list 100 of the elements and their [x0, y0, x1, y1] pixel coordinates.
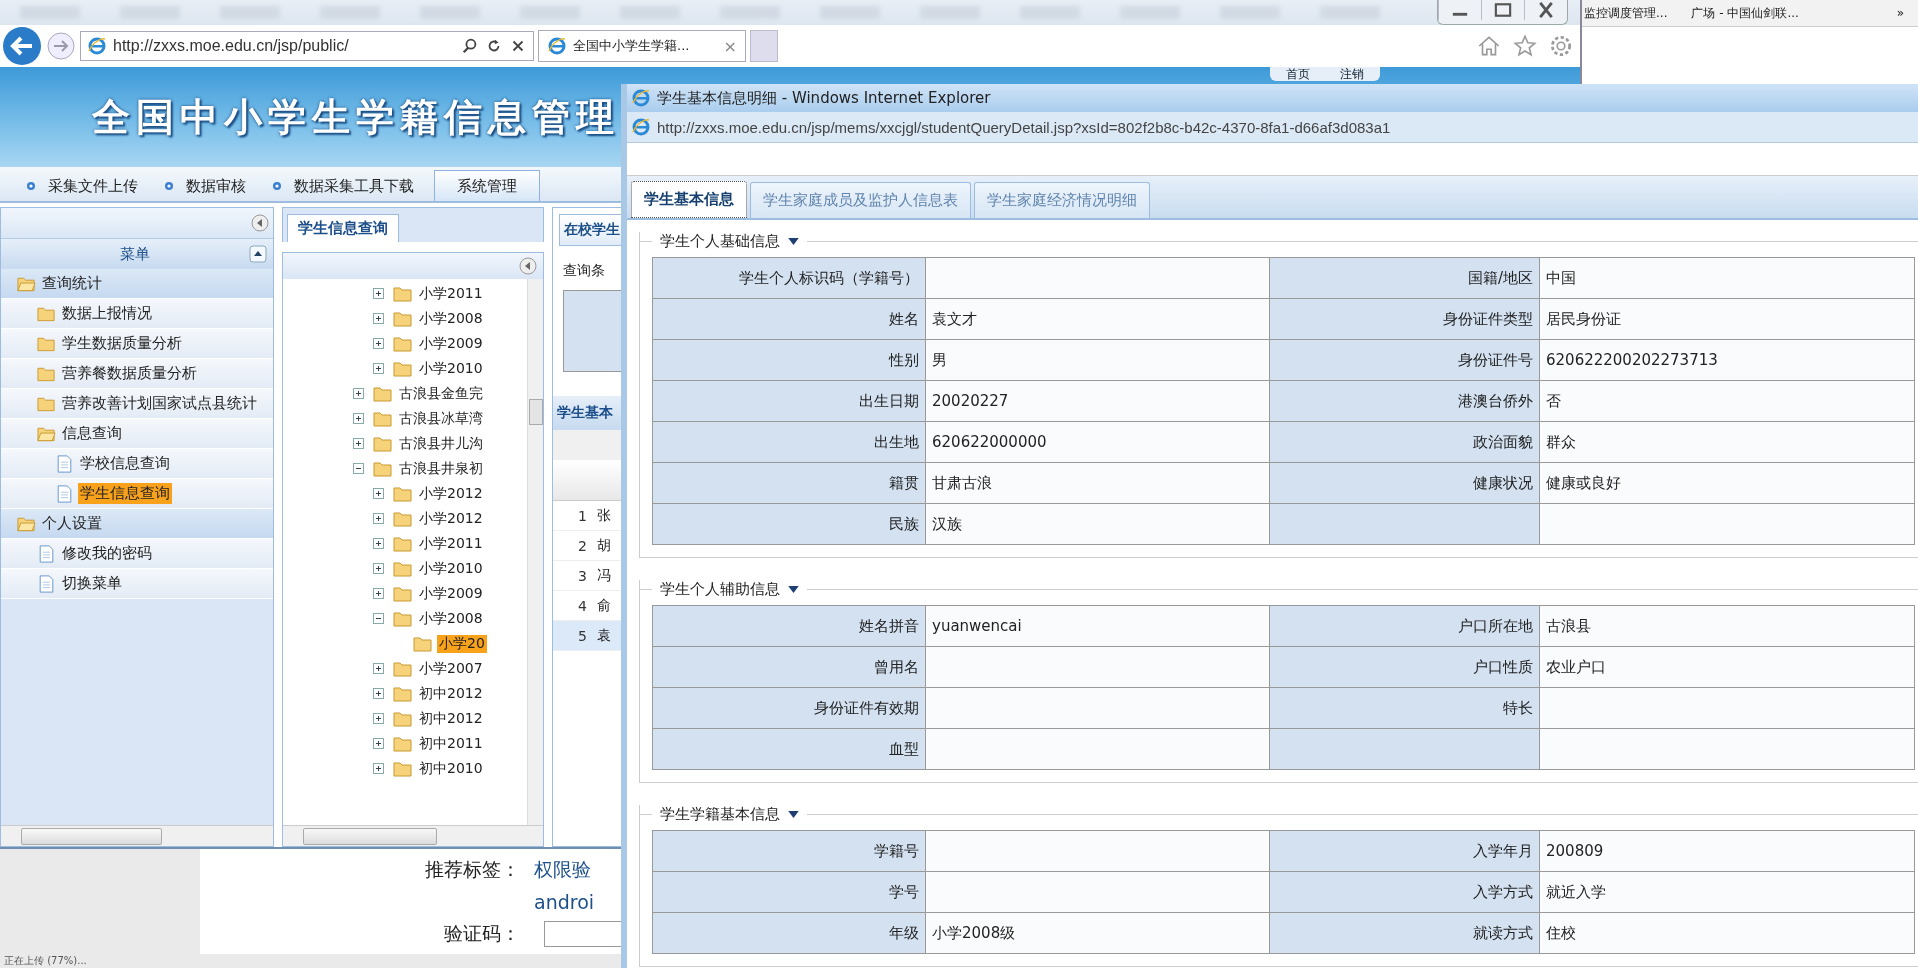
collapse-icon[interactable] — [251, 214, 269, 232]
dropdown-triangle-icon[interactable] — [788, 586, 799, 593]
more-bookmarks-button[interactable]: » — [1896, 6, 1904, 20]
menu-item[interactable]: 营养改善计划国家试点县统计 — [1, 389, 273, 419]
expand-node-icon[interactable] — [353, 388, 364, 399]
menu-item[interactable]: 学生数据质量分析 — [1, 329, 273, 359]
expand-node-icon[interactable] — [373, 488, 384, 499]
header-link[interactable]: 首页 — [1286, 67, 1310, 81]
tree-node[interactable]: 古浪县冰草湾 — [397, 409, 485, 428]
vertical-scrollbar[interactable] — [527, 279, 543, 825]
collapse-icon[interactable] — [519, 257, 537, 275]
tree-node[interactable]: 小学2010 — [417, 359, 485, 378]
tree-node[interactable]: 初中2012 — [417, 709, 485, 728]
tree-node[interactable]: 古浪县井泉初 — [397, 459, 485, 478]
tree-node[interactable]: 小学2008 — [417, 309, 485, 328]
nav-tab[interactable]: 数据采集工具下载 — [266, 171, 420, 201]
query-legend: 查询条 — [563, 262, 605, 278]
expand-node-icon[interactable] — [373, 538, 384, 549]
menu-item-label: 学生信息查询 — [78, 483, 172, 504]
table-cell: 袁 — [597, 626, 611, 645]
menu-item[interactable]: 营养餐数据质量分析 — [1, 359, 273, 389]
section-title: 学生个人辅助信息 — [660, 580, 780, 599]
collapse-node-icon[interactable] — [353, 463, 364, 474]
browser-tab[interactable]: 全国中小学生学籍... × — [538, 30, 746, 62]
tag-link[interactable]: 权限验 — [534, 857, 591, 883]
field-value: 20020227 — [925, 380, 1270, 422]
document-icon — [37, 544, 56, 563]
horizontal-scrollbar[interactable] — [1, 825, 273, 846]
search-icon[interactable] — [461, 37, 479, 55]
tree-node[interactable]: 小学2008 — [417, 609, 485, 628]
expand-node-icon[interactable] — [373, 688, 384, 699]
horizontal-scrollbar[interactable] — [283, 825, 543, 846]
tree-node[interactable]: 小学2011 — [417, 534, 485, 553]
nav-tab[interactable]: 采集文件上传 — [20, 171, 144, 201]
tree-node[interactable]: 小学2012 — [417, 484, 485, 503]
expand-node-icon[interactable] — [353, 438, 364, 449]
folder-icon — [393, 709, 413, 728]
nav-tab[interactable]: 系统管理 — [434, 170, 540, 201]
expand-node-icon[interactable] — [373, 738, 384, 749]
address-bar[interactable]: http://zxxs.moe.edu.cn/jsp/public/ — [80, 31, 534, 61]
field-label: 国籍/地区 — [1269, 257, 1540, 299]
expand-node-icon[interactable] — [373, 288, 384, 299]
folder-icon — [393, 609, 413, 628]
tree-node[interactable]: 小学2010 — [417, 559, 485, 578]
menu-item[interactable]: 学生信息查询 — [1, 479, 273, 509]
field-value: 农业户口 — [1539, 646, 1915, 688]
menu-item[interactable]: 数据上报情况 — [1, 299, 273, 329]
tree-node[interactable]: 小学2012 — [417, 509, 485, 528]
settings-icon[interactable] — [1548, 33, 1574, 59]
expand-node-icon[interactable] — [373, 588, 384, 599]
expand-node-icon[interactable] — [373, 363, 384, 374]
folder-icon — [393, 559, 413, 578]
row-number: 1 — [577, 507, 587, 524]
field-value: 住校 — [1539, 912, 1915, 954]
tree-node[interactable]: 初中2010 — [417, 759, 485, 778]
expand-node-icon[interactable] — [353, 413, 364, 424]
bullet-icon — [272, 181, 282, 191]
dropdown-triangle-icon[interactable] — [788, 238, 799, 245]
tree-node[interactable]: 初中2012 — [417, 684, 485, 703]
bookmark-link[interactable]: 广场 - 中国仙剑联... — [1691, 4, 1799, 22]
expand-node-icon[interactable] — [373, 338, 384, 349]
tree-node[interactable]: 小学2009 — [417, 334, 485, 353]
tags-label: 推荐标签： — [424, 857, 520, 882]
content-tab[interactable]: 学生信息查询 — [287, 214, 399, 242]
expand-node-icon[interactable] — [373, 313, 384, 324]
expand-node-icon[interactable] — [373, 763, 384, 774]
menu-item[interactable]: 学校信息查询 — [1, 449, 273, 479]
collapse-up-icon[interactable] — [249, 245, 267, 263]
star-icon[interactable] — [1512, 33, 1538, 59]
table-cell: 冯 — [597, 566, 611, 585]
header-link[interactable]: 注销 — [1340, 67, 1364, 81]
tree-node[interactable]: 古浪县金鱼完 — [397, 384, 485, 403]
expand-node-icon[interactable] — [373, 663, 384, 674]
menu-item[interactable]: 信息查询 — [1, 419, 273, 449]
tree-node[interactable]: 古浪县井儿沟 — [397, 434, 485, 453]
table-cell: 俞 — [597, 596, 611, 615]
tree-node[interactable]: 小学2009 — [417, 584, 485, 603]
field-label: 就读方式 — [1269, 912, 1540, 954]
tree-node[interactable]: 小学2007 — [417, 659, 485, 678]
folder-icon — [393, 334, 413, 353]
menu-item[interactable]: 修改我的密码 — [1, 539, 273, 569]
tree-node[interactable]: 小学20 — [437, 634, 487, 653]
dropdown-triangle-icon[interactable] — [788, 811, 799, 818]
tag-link[interactable]: androi — [534, 891, 595, 913]
bookmark-link[interactable]: 监控调度管理... — [1584, 4, 1668, 22]
tab-title: 全国中小学生学籍... — [573, 37, 691, 55]
nav-label: 采集文件上传 — [48, 176, 138, 196]
tree-node[interactable]: 初中2011 — [417, 734, 485, 753]
expand-node-icon[interactable] — [373, 563, 384, 574]
tab-close-button[interactable]: × — [723, 36, 737, 56]
tab[interactable]: 学生基本信息 — [631, 181, 747, 218]
tree-node[interactable]: 小学2011 — [417, 284, 485, 303]
address-text: http://zxxs.moe.edu.cn/jsp/mems/xxcjgl/studentQueryDetail.jsp?xsId=802f2b8c-b42c-4370-8fa1-d66af3d083a1 — [657, 118, 1391, 136]
expand-node-icon[interactable] — [373, 513, 384, 524]
folder-icon — [393, 484, 413, 503]
nav-tab[interactable]: 数据审核 — [158, 171, 252, 201]
field-label: 入学年月 — [1269, 830, 1540, 872]
menu-item[interactable]: 切换菜单 — [1, 569, 273, 599]
collapse-node-icon[interactable] — [373, 613, 384, 624]
expand-node-icon[interactable] — [373, 713, 384, 724]
